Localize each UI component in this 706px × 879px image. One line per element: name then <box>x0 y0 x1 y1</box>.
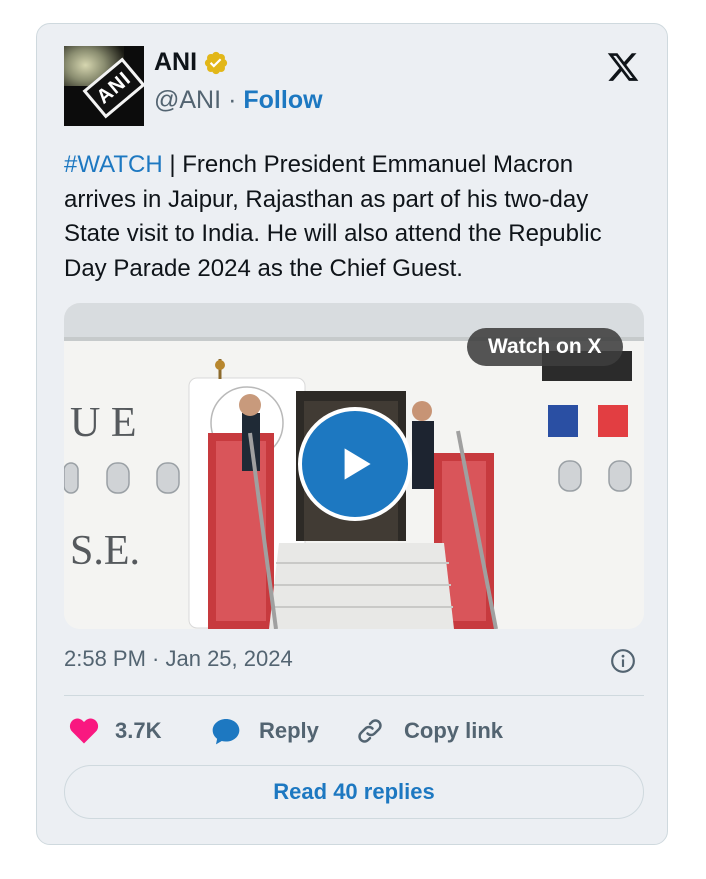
author-handle-row: @ANI · Follow <box>154 86 323 115</box>
heart-icon <box>69 718 99 744</box>
reply-button[interactable]: Reply <box>209 712 319 750</box>
embedded-tweet-card: ANI ANI @ANI · Follow #WATCH | French Pr… <box>36 23 668 845</box>
hashtag-link[interactable]: #WATCH <box>64 151 163 178</box>
play-icon <box>344 448 371 480</box>
play-button[interactable] <box>298 407 412 521</box>
author-handle[interactable]: @ANI <box>154 86 221 115</box>
separator-dot: · <box>228 86 237 114</box>
reply-label: Reply <box>259 718 319 743</box>
tweet-text: #WATCH | French President Emmanuel Macro… <box>64 148 644 286</box>
divider <box>64 695 644 696</box>
video-thumbnail[interactable]: U E S.E. Watch on X <box>64 303 644 629</box>
like-button[interactable]: 3.7K <box>68 712 161 750</box>
tweet-actions: 3.7K Reply Copy link <box>64 712 644 750</box>
reply-bubble-icon <box>212 719 240 745</box>
read-replies-button[interactable]: Read 40 replies <box>64 765 644 819</box>
like-count: 3.7K <box>115 718 162 743</box>
fuselage-text-top: U E <box>70 400 137 446</box>
copy-link-label: Copy link <box>404 718 504 743</box>
verified-badge-icon <box>204 51 228 74</box>
tweet-header: ANI ANI @ANI · Follow <box>64 46 641 126</box>
tweet-timestamp[interactable]: 2:58 PM · Jan 25, 2024 <box>64 646 293 672</box>
avatar[interactable]: ANI <box>64 46 144 126</box>
watch-on-x-button[interactable]: Watch on X <box>467 328 623 366</box>
link-icon <box>358 719 382 743</box>
info-icon[interactable] <box>610 648 636 674</box>
x-logo-icon[interactable] <box>605 50 641 84</box>
follow-link[interactable]: Follow <box>243 86 322 115</box>
author-name[interactable]: ANI <box>154 48 197 77</box>
copy-link-button[interactable]: Copy link <box>355 712 503 750</box>
fuselage-text-bottom: S.E. <box>70 528 140 574</box>
author-name-row: ANI <box>154 48 229 77</box>
